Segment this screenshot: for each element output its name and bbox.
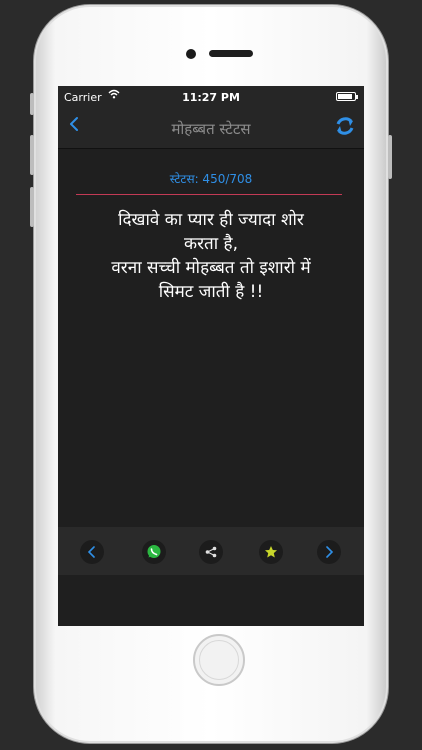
divider [76,194,342,195]
action-toolbar [58,527,364,575]
bottom-area [58,575,364,626]
navigation-bar: मोहब्बत स्टेटस [58,108,364,149]
battery-icon [336,92,358,101]
home-button[interactable] [193,634,245,686]
status-content: स्टेटस: 450/708 दिखावे का प्यार ही ज्याद… [58,149,364,527]
earpiece-speaker [209,50,253,57]
status-text: दिखावे का प्यार ही ज्यादा शोर करता है, व… [111,210,311,302]
power-button [388,135,392,179]
status-counter: स्टेटस: 450/708 [169,172,253,186]
status-bar: Carrier 11:27 PM [58,86,364,108]
mute-switch [30,93,34,115]
volume-down-button [30,187,34,227]
app-screen: Carrier 11:27 PM मोहब्बत स्टेटस स्टेटस: … [58,86,364,626]
front-camera [186,49,196,59]
page-title: मोहब्बत स्टेटस [171,120,251,138]
share-icon[interactable] [199,540,223,564]
volume-up-button [30,135,34,175]
status-time: 11:27 PM [182,91,240,104]
previous-icon[interactable] [80,540,104,564]
favorite-star-icon[interactable] [259,540,283,564]
whatsapp-icon[interactable] [142,540,166,564]
refresh-icon[interactable] [334,115,356,141]
battery-level [338,94,352,99]
next-icon[interactable] [317,540,341,564]
